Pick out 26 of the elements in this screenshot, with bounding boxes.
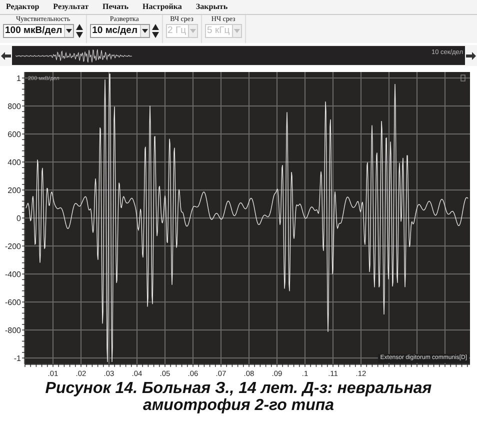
menu-item[interactable]: Настройка bbox=[142, 1, 182, 13]
menu-item[interactable]: Результат bbox=[53, 1, 88, 13]
caret-icon bbox=[190, 29, 196, 33]
axis-tick-label: -800 bbox=[4, 326, 21, 335]
menu-item[interactable]: Редактор bbox=[6, 1, 40, 13]
arrow-left-icon[interactable] bbox=[1, 52, 11, 60]
dropdown-field[interactable]: 10 мс/дел bbox=[90, 24, 150, 38]
arrow-right-icon[interactable] bbox=[466, 52, 476, 60]
menu-item[interactable]: Закрыть bbox=[196, 1, 228, 13]
axis-tick-label: -200 bbox=[4, 242, 21, 251]
channel-marker-icon bbox=[460, 74, 466, 82]
caret-icon bbox=[142, 29, 148, 33]
axis-tick-label: 200 bbox=[8, 186, 21, 195]
caret-icon bbox=[234, 29, 240, 33]
dropdown-field[interactable]: 100 мкВ/дел bbox=[3, 24, 74, 38]
menu-item[interactable]: Печать bbox=[102, 1, 129, 13]
axis-tick-label: -600 bbox=[4, 298, 21, 307]
caret-icon bbox=[66, 29, 72, 33]
axis-tick-label: 400 bbox=[8, 158, 21, 167]
axis-tick-label: -400 bbox=[4, 270, 21, 279]
axis-tick-label: 800 bbox=[8, 102, 21, 111]
axis-tick-label: 0 bbox=[16, 214, 21, 223]
axis-tick-label: 1 bbox=[16, 74, 21, 83]
figure-caption: Рисунок 14. Больная З., 14 лет. Д-з: невральная амиотрофия 2-го типа bbox=[44, 380, 433, 414]
axis-tick-label: -1 bbox=[14, 354, 21, 363]
axis-tick-label: 600 bbox=[8, 130, 21, 139]
